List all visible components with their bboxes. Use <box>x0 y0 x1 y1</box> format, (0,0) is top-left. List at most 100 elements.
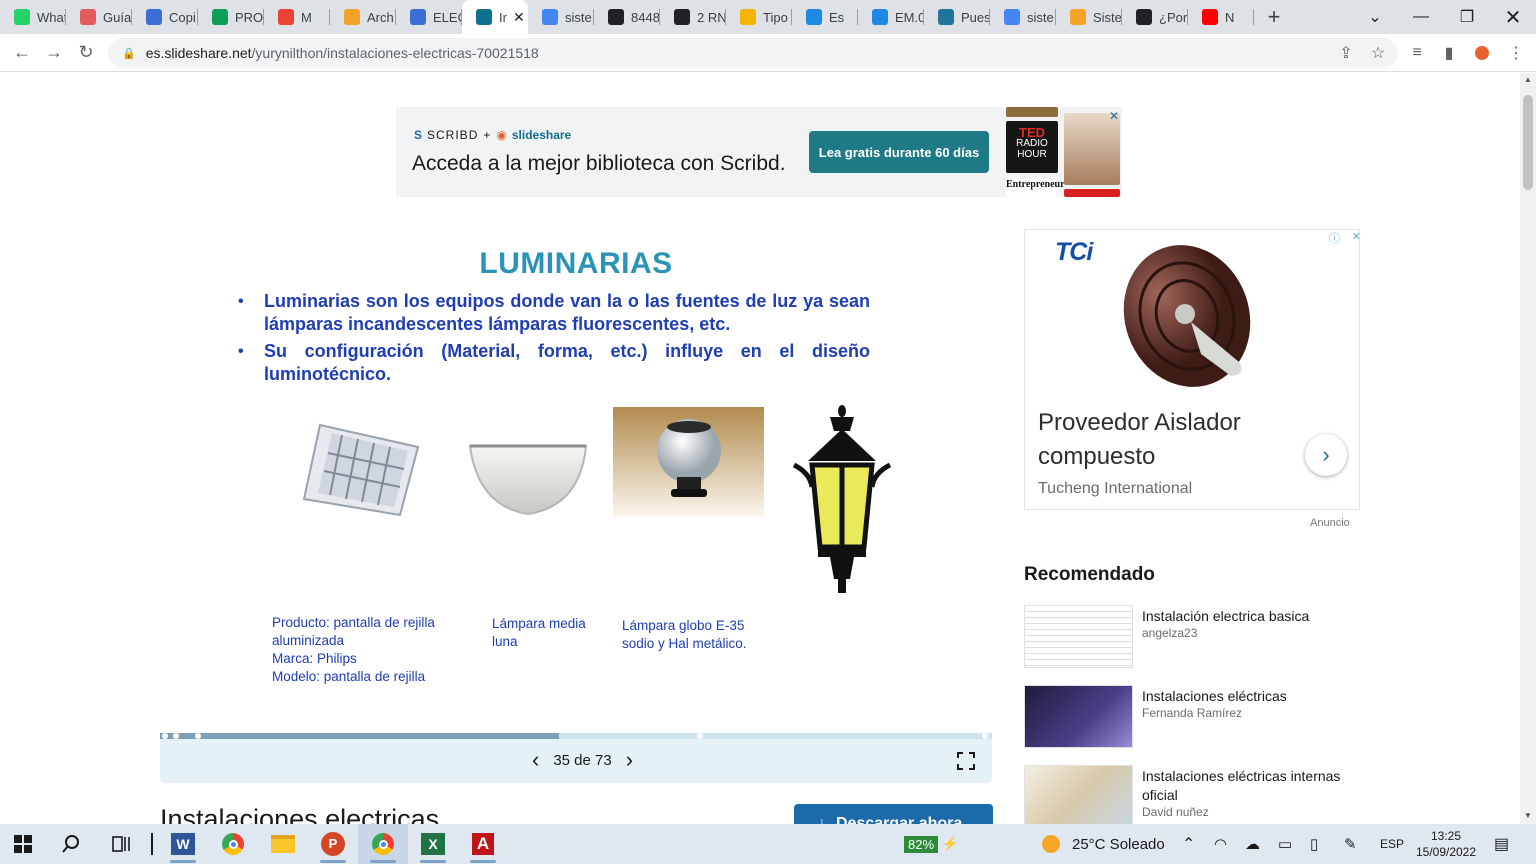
maximize-button[interactable]: ❐ <box>1444 0 1490 34</box>
tab-label: EM.0 <box>895 9 924 25</box>
browser-tab[interactable]: ELEC <box>396 0 462 34</box>
recommended-item[interactable]: Instalaciones eléctricas internas oficia… <box>1024 765 1364 824</box>
wifi-icon[interactable]: ◠ <box>1214 824 1227 864</box>
share-icon[interactable]: ⇪ <box>1330 37 1362 69</box>
menu-icon[interactable]: ⋮ <box>1500 37 1532 69</box>
chrome-active-icon[interactable] <box>358 824 408 864</box>
new-tab-button[interactable]: + <box>1254 4 1294 30</box>
bookmark-star-icon[interactable]: ☆ <box>1362 37 1394 69</box>
tab-label: 8448 <box>631 9 660 25</box>
forward-button[interactable]: → <box>38 37 70 69</box>
book-cover-entrepreneur: Entrepreneur <box>1006 179 1065 197</box>
tab-favicon-icon <box>1136 9 1152 25</box>
ad-title: Proveedor Aislador compuesto <box>1038 409 1241 470</box>
fullscreen-icon[interactable] <box>956 751 976 771</box>
start-button[interactable] <box>0 824 46 864</box>
extension-icon[interactable] <box>1466 37 1498 69</box>
reload-button[interactable]: ↻ <box>70 37 102 69</box>
half-moon-lamp-image <box>468 444 588 516</box>
browser-tab[interactable]: PRO( <box>198 0 264 34</box>
show-hidden-icons-icon[interactable]: ⌃ <box>1182 824 1195 864</box>
globe-lamp-image <box>613 407 764 517</box>
clock-time: 13:25 <box>1430 829 1462 843</box>
page-scrollbar[interactable]: ▲ ▼ <box>1520 73 1536 824</box>
browser-toolbar: ← → ↻ 🔒 es.slideshare.net/yurynilthon/in… <box>0 34 1536 72</box>
back-button[interactable]: ← <box>6 37 38 69</box>
battery-icon[interactable]: ▭ <box>1278 824 1292 864</box>
previous-slide-button[interactable]: ‹ <box>532 749 539 771</box>
browser-tab[interactable]: siste <box>990 0 1056 34</box>
browser-tab[interactable]: Tipo <box>726 0 792 34</box>
recommended-item[interactable]: Instalaciones eléctricas Fernanda Ramíre… <box>1024 685 1364 749</box>
side-panel-icon[interactable]: ▮ <box>1433 37 1465 69</box>
word-icon[interactable]: W <box>158 824 208 864</box>
close-window-button[interactable]: ✕ <box>1490 0 1536 34</box>
scroll-down-icon[interactable]: ▼ <box>1524 811 1532 820</box>
battery-indicator[interactable]: 82% ⚡ <box>904 824 958 864</box>
browser-tab[interactable]: What <box>0 0 66 34</box>
notifications-icon[interactable]: ▤ <box>1494 824 1509 864</box>
recommended-thumbnail <box>1024 605 1133 668</box>
ad-label: Anuncio <box>1310 517 1350 529</box>
clock[interactable]: 13:25 15/09/2022 <box>1414 824 1478 864</box>
browser-tab[interactable]: Arch <box>330 0 396 34</box>
browser-tab[interactable]: Es <box>792 0 858 34</box>
plus-label: + <box>483 128 492 142</box>
recommended-item[interactable]: Instalación electrica basica angelza23 <box>1024 605 1364 669</box>
scroll-up-icon[interactable]: ▲ <box>1524 75 1532 84</box>
tab-favicon-icon <box>344 9 360 25</box>
file-explorer-icon[interactable] <box>258 824 308 864</box>
close-banner-icon[interactable]: ✕ <box>1109 109 1119 123</box>
scroll-thumb[interactable] <box>1523 95 1533 190</box>
download-button[interactable]: ↓ Descargar ahora <box>794 804 993 824</box>
tab-search-icon[interactable]: ⌄ <box>1352 0 1398 34</box>
browser-tab[interactable]: EM.0 <box>858 0 924 34</box>
browser-tab[interactable]: 8448 <box>594 0 660 34</box>
weather-widget[interactable]: 25°C Soleado <box>1042 824 1165 864</box>
slideshare-logo-icon: ◉ <box>496 128 508 142</box>
close-tab-icon[interactable]: ✕ <box>513 9 525 26</box>
tab-favicon-icon <box>1202 9 1218 25</box>
ad-card[interactable]: TCi Proveedor Aislador compuesto Tucheng… <box>1024 229 1361 510</box>
browser-tab[interactable]: N <box>1188 0 1254 34</box>
tab-label: siste <box>1027 9 1054 25</box>
tab-favicon-icon <box>14 9 30 25</box>
url-host: es.slideshare.net <box>145 45 252 61</box>
tab-favicon-icon <box>608 9 624 25</box>
browser-tab[interactable]: ¿Por <box>1122 0 1188 34</box>
read-free-button[interactable]: Lea gratis durante 60 días <box>809 131 989 173</box>
tab-label: siste <box>565 9 592 25</box>
browser-tab[interactable]: Guía <box>66 0 132 34</box>
browser-tab[interactable]: Siste <box>1056 0 1122 34</box>
slide-bullet: • Luminarias son los equipos donde van la… <box>238 291 870 334</box>
powerpoint-icon[interactable]: P <box>308 824 358 864</box>
browser-tab[interactable]: Copi <box>132 0 198 34</box>
onedrive-icon[interactable]: ☁ <box>1245 824 1260 864</box>
ad-arrow-button[interactable]: › <box>1305 434 1347 476</box>
taskbar: W P X A <box>0 824 1536 864</box>
media-control-icon[interactable]: ≡ <box>1401 37 1433 69</box>
minimize-button[interactable]: — <box>1398 0 1444 34</box>
browser-tab[interactable]: Pues <box>924 0 990 34</box>
chrome-icon[interactable] <box>208 824 258 864</box>
address-bar[interactable]: 🔒 es.slideshare.net/yurynilthon/instalac… <box>108 38 1398 68</box>
ad-info-icon[interactable]: ⓘ <box>1329 230 1340 246</box>
ad-close-icon[interactable]: ✕ <box>1352 230 1361 246</box>
device-icon[interactable]: ▯ <box>1310 824 1318 864</box>
slide-title: LUMINARIAS <box>479 247 673 280</box>
pen-icon[interactable]: ✎ <box>1344 824 1357 864</box>
autocad-icon[interactable]: A <box>458 824 508 864</box>
browser-tab[interactable]: siste <box>528 0 594 34</box>
browser-tab[interactable]: Ir ✕ <box>462 0 528 34</box>
search-icon[interactable] <box>46 824 96 864</box>
task-view-icon[interactable] <box>96 824 146 864</box>
tab-label: ELEC <box>433 9 462 25</box>
next-slide-button[interactable]: › <box>626 749 633 771</box>
ad-controls: ⓘ ✕ <box>1329 230 1361 246</box>
clock-date: 15/09/2022 <box>1415 845 1477 859</box>
excel-icon[interactable]: X <box>408 824 458 864</box>
scribd-banner[interactable]: S SCRIBD + ◉ slideshare Acceda a la mejo… <box>396 107 1122 197</box>
browser-tab[interactable]: M <box>264 0 330 34</box>
browser-tab[interactable]: 2 RN <box>660 0 726 34</box>
language-indicator[interactable]: ESP <box>1380 824 1404 864</box>
